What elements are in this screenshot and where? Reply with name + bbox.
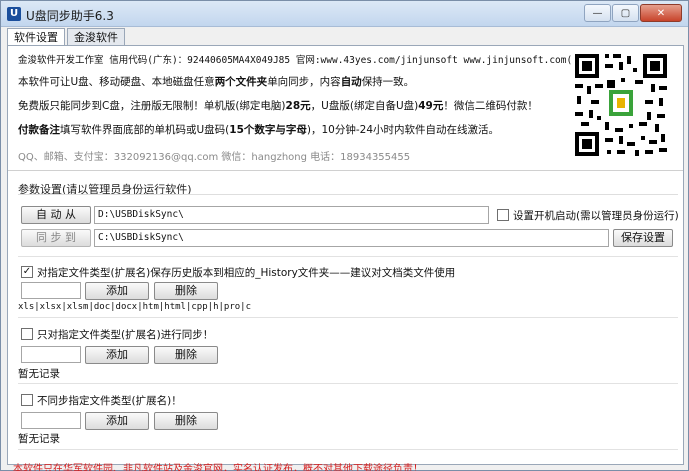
exclude-label: 不同步指定文件类型(扩展名)！ — [37, 395, 182, 407]
tab-jinjun-software[interactable]: 金浚软件 — [67, 28, 125, 46]
group-separator — [18, 194, 678, 195]
price-single: 28元 — [285, 100, 311, 112]
only-sync-delete-button[interactable]: 删除 — [154, 346, 218, 364]
history-delete-button[interactable]: 删除 — [154, 282, 218, 300]
autostart-label: 设置开机启动(需以管理员身份运行) — [513, 210, 679, 222]
feature-text: 保持一致。 — [361, 76, 415, 88]
only-sync-add-button[interactable]: 添加 — [85, 346, 149, 364]
pricing-text: 免费版只能同步到C盘，注册版无限制！单机版(绑定电脑) — [18, 100, 286, 112]
exclude-checkbox[interactable] — [21, 394, 33, 406]
save-settings-button[interactable]: 保存设置 — [613, 229, 673, 247]
studio-info-line: 金浚软件开发工作室 信用代码(广东)：92440605MA4X049J85 官网… — [18, 55, 597, 66]
only-sync-label: 只对指定文件类型(扩展名)进行同步！ — [37, 329, 214, 341]
app-window: U U盘同步助手6.3 — ▢ ✕ 软件设置 金浚软件 金浚软件开发工作室 信用… — [0, 0, 689, 471]
close-button[interactable]: ✕ — [640, 4, 682, 22]
app-logo-icon: U — [7, 7, 21, 21]
history-ext-list: xls|xlsx|xlsm|doc|docx|htm|html|cpp|h|pr… — [18, 302, 251, 312]
tab-strip: 软件设置 金浚软件 — [7, 28, 127, 47]
only-sync-empty-note: 暂无记录 — [18, 368, 60, 380]
exclude-ext-input[interactable] — [21, 412, 81, 429]
contact-info: QQ、邮箱、支付宝：332092136@qq.com 微信：hangzhong … — [18, 152, 411, 163]
only-sync-ext-input[interactable] — [21, 346, 81, 363]
footer-disclaimer: 本软件只在华军软件园、非凡软件站及金浚官网，实名认证发布，概不对其他下载途径负责… — [13, 464, 423, 471]
feature-highlight: 两个文件夹 — [214, 76, 268, 88]
group-separator — [18, 317, 678, 318]
minimize-button[interactable]: — — [584, 4, 611, 22]
group-separator — [18, 383, 678, 384]
source-folder-button[interactable]: 自 动 从 — [21, 206, 91, 224]
feature-highlight: 自动 — [340, 76, 362, 88]
history-add-button[interactable]: 添加 — [85, 282, 149, 300]
target-folder-button[interactable]: 同 步 到 — [21, 229, 91, 247]
only-sync-checkbox[interactable] — [21, 328, 33, 340]
feature-text: 单向同步，内容 — [267, 76, 341, 88]
history-checkbox[interactable]: ✓ — [21, 266, 33, 278]
title-bar[interactable]: U U盘同步助手6.3 — ▢ ✕ — [1, 1, 688, 27]
pricing-info: 免费版只能同步到C盘，注册版无限制！单机版(绑定电脑)28元，U盘版(绑定自备U… — [18, 98, 538, 113]
autostart-checkbox[interactable] — [497, 209, 509, 221]
payment-text: )，10分钟-24小时内软件自动在线激活。 — [306, 124, 500, 136]
price-usb: 49元 — [418, 100, 444, 112]
payment-text: 填写软件界面底部的单机码或U盘码( — [60, 124, 230, 136]
payment-note-label: 付款备注 — [18, 124, 60, 136]
wechat-qr-code — [571, 50, 671, 160]
header-divider — [8, 170, 683, 171]
window-title: U盘同步助手6.3 — [26, 9, 114, 23]
group-separator — [18, 449, 678, 450]
maximize-button[interactable]: ▢ — [612, 4, 639, 22]
target-path-input[interactable]: C:\USBDiskSync\ — [94, 229, 609, 247]
settings-panel: 金浚软件开发工作室 信用代码(广东)：92440605MA4X049J85 官网… — [7, 45, 684, 465]
pricing-text: ！微信二维码付款！ — [443, 100, 538, 112]
feature-text: 本软件可让U盘、移动硬盘、本地磁盘任意 — [18, 76, 215, 88]
history-label: 对指定文件类型(扩展名)保存历史版本到相应的_History文件夹——建议对文档… — [37, 267, 456, 279]
pricing-text: ，U盘版(绑定自备U盘) — [310, 100, 419, 112]
exclude-add-button[interactable]: 添加 — [85, 412, 149, 430]
exclude-delete-button[interactable]: 删除 — [154, 412, 218, 430]
history-ext-input[interactable] — [21, 282, 81, 299]
payment-highlight: 15个数字与字母 — [229, 124, 307, 136]
feature-description: 本软件可让U盘、移动硬盘、本地磁盘任意两个文件夹单向同步，内容自动保持一致。 — [18, 74, 414, 89]
payment-note: 付款备注填写软件界面底部的单机码或U盘码(15个数字与字母)，10分钟-24小时… — [18, 122, 499, 137]
exclude-empty-note: 暂无记录 — [18, 433, 60, 445]
source-path-input[interactable]: D:\USBDiskSync\ — [94, 206, 489, 224]
window-controls: — ▢ ✕ — [584, 4, 682, 22]
group-separator — [18, 256, 678, 257]
